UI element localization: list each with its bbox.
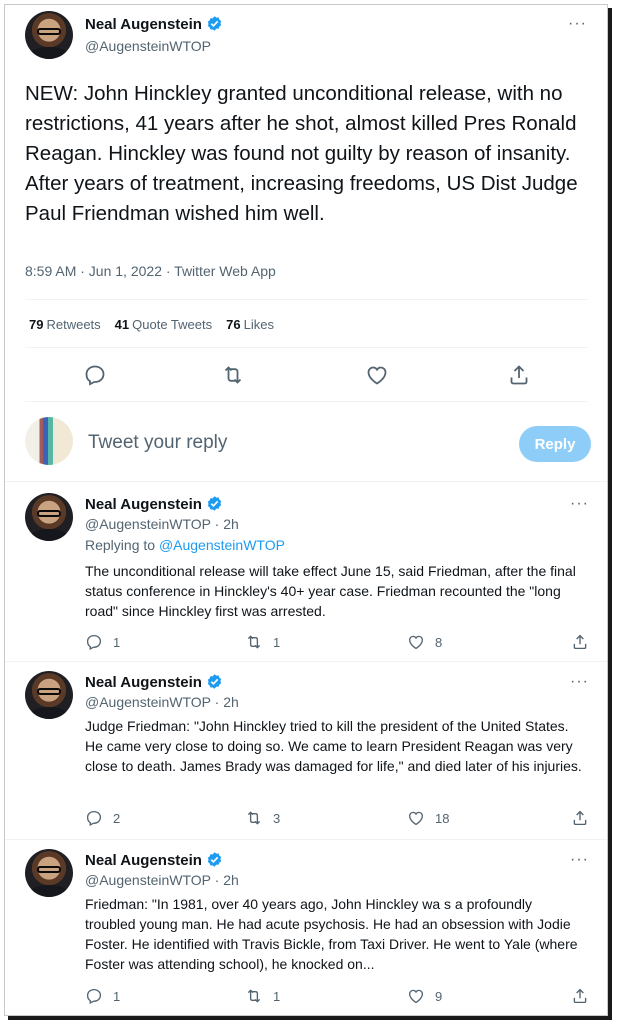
author-handle[interactable]: @AugensteinWTOP · 2h — [85, 694, 239, 710]
author-handle[interactable]: @AugensteinWTOP · 2h — [85, 516, 239, 532]
author-name[interactable]: Neal Augenstein — [85, 496, 202, 513]
divider — [25, 299, 587, 300]
like-icon[interactable] — [407, 809, 425, 827]
retweet-action[interactable]: 3 — [245, 809, 280, 827]
reply-composer: Tweet your reply Reply — [25, 417, 591, 465]
reply-button[interactable]: Reply — [519, 426, 591, 462]
user-avatar[interactable] — [25, 417, 73, 465]
retweet-icon[interactable] — [221, 363, 245, 387]
replying-to: Replying to @AugensteinWTOP — [85, 537, 285, 553]
like-action[interactable]: 9 — [407, 987, 442, 1005]
author-name[interactable]: Neal Augenstein — [85, 16, 202, 33]
verified-badge-icon — [207, 496, 222, 511]
reply-actions: 1 1 8 — [85, 633, 587, 653]
reply-input[interactable]: Tweet your reply — [88, 432, 227, 454]
author-handle[interactable]: @AugensteinWTOP — [85, 38, 211, 54]
reply-tweet[interactable]: Neal Augenstein @AugensteinWTOP · 2h ···… — [5, 671, 607, 841]
tweet-stats: 79 Retweets 41 Quote Tweets 76 Likes — [29, 317, 274, 332]
reply-action[interactable]: 2 — [85, 809, 120, 827]
verified-badge-icon — [207, 852, 222, 867]
author-name[interactable]: Neal Augenstein — [85, 674, 202, 691]
divider — [5, 481, 607, 482]
reply-action[interactable]: 1 — [85, 633, 120, 651]
like-action[interactable]: 18 — [407, 809, 449, 827]
author-avatar[interactable] — [25, 493, 73, 541]
like-action[interactable]: 8 — [407, 633, 442, 651]
share-action[interactable] — [571, 633, 589, 651]
retweet-action[interactable]: 1 — [245, 633, 280, 651]
verified-badge-icon — [207, 674, 222, 689]
share-action[interactable] — [571, 809, 589, 827]
reply-count: 1 — [113, 988, 121, 1004]
reply-icon[interactable] — [85, 633, 103, 651]
retweet-count: 3 — [273, 810, 281, 826]
like-icon[interactable] — [407, 987, 425, 1005]
share-icon[interactable] — [571, 987, 589, 1005]
verified-badge-icon — [207, 16, 222, 31]
like-count: 9 — [435, 988, 443, 1004]
author-handle[interactable]: @AugensteinWTOP · 2h — [85, 872, 239, 888]
likes-stat[interactable]: 76 Likes — [226, 317, 274, 332]
author-avatar[interactable] — [25, 849, 73, 897]
more-icon[interactable]: ··· — [570, 495, 589, 513]
author-name-row: Neal Augenstein — [85, 673, 223, 692]
reply-actions: 1 1 9 — [85, 987, 587, 1007]
reply-icon[interactable] — [83, 363, 107, 387]
reply-text: Judge Friedman: "John Hinckley tried to … — [85, 718, 582, 774]
share-icon[interactable] — [571, 809, 589, 827]
like-count: 18 — [435, 810, 450, 826]
retweet-icon[interactable] — [245, 987, 263, 1005]
divider — [25, 401, 587, 402]
tweet-meta[interactable]: 8:59 AM · Jun 1, 2022 · Twitter Web App — [25, 263, 276, 279]
retweet-count: 1 — [273, 988, 281, 1004]
author-name[interactable]: Neal Augenstein — [85, 852, 202, 869]
retweet-icon[interactable] — [245, 633, 263, 651]
like-count: 8 — [435, 634, 443, 650]
share-action[interactable] — [571, 987, 589, 1005]
retweet-icon[interactable] — [245, 809, 263, 827]
tweet-actions — [5, 357, 607, 393]
replying-to-link[interactable]: @AugensteinWTOP — [159, 537, 285, 553]
divider — [5, 839, 607, 840]
like-icon[interactable] — [407, 633, 425, 651]
reply-icon[interactable] — [85, 809, 103, 827]
share-icon[interactable] — [571, 633, 589, 651]
reply-count: 1 — [113, 634, 121, 650]
reply-tweet[interactable]: Neal Augenstein @AugensteinWTOP · 2h ···… — [5, 849, 607, 1015]
reply-count: 2 — [113, 810, 121, 826]
tweet-text: NEW: John Hinckley granted unconditional… — [25, 82, 578, 225]
reply-text: The unconditional release will take effe… — [85, 563, 576, 619]
author-name-row: Neal Augenstein — [85, 851, 223, 870]
author-avatar[interactable] — [25, 671, 73, 719]
retweets-stat[interactable]: 79 Retweets — [29, 317, 101, 332]
retweet-count: 1 — [273, 634, 281, 650]
reply-action[interactable]: 1 — [85, 987, 120, 1005]
author-name-row: Neal Augenstein — [85, 15, 223, 34]
share-icon[interactable] — [507, 363, 531, 387]
more-icon[interactable]: ··· — [570, 673, 589, 691]
divider — [25, 347, 587, 348]
more-icon[interactable]: ··· — [568, 15, 587, 33]
reply-icon[interactable] — [85, 987, 103, 1005]
reply-actions: 2 3 18 — [85, 809, 587, 829]
divider — [5, 661, 607, 662]
author-name-row: Neal Augenstein — [85, 495, 223, 514]
reply-tweet[interactable]: Neal Augenstein @AugensteinWTOP · 2h ···… — [5, 493, 607, 665]
more-icon[interactable]: ··· — [570, 851, 589, 869]
author-avatar[interactable] — [25, 11, 73, 59]
like-icon[interactable] — [365, 363, 389, 387]
reply-text: Friedman: "In 1981, over 40 years ago, J… — [85, 896, 578, 972]
tweet-thread-window: Neal Augenstein @AugensteinWTOP ··· NEW:… — [4, 4, 608, 1016]
retweet-action[interactable]: 1 — [245, 987, 280, 1005]
quote-tweets-stat[interactable]: 41 Quote Tweets — [115, 317, 212, 332]
